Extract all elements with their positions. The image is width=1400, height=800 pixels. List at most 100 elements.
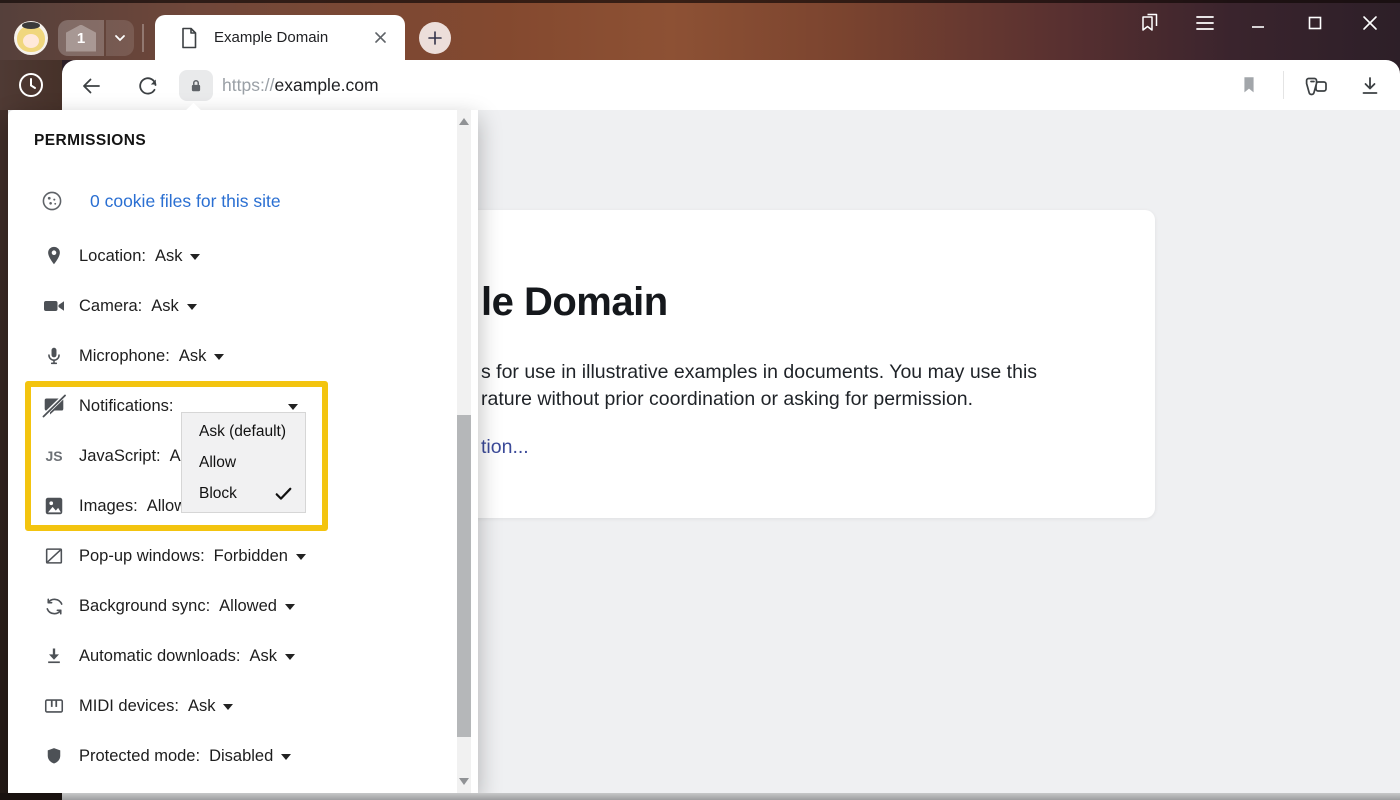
page-document-icon — [179, 27, 199, 49]
site-security-badge[interactable] — [179, 70, 213, 101]
window-left-edge — [0, 110, 8, 800]
maximize-button[interactable] — [1304, 12, 1326, 34]
permission-row-camera: Camera: Ask — [42, 289, 197, 323]
javascript-icon: JS — [42, 444, 66, 468]
collections-icon — [1303, 74, 1325, 98]
bookmark-this-page-button[interactable] — [1238, 74, 1260, 96]
scrollbar-down-arrow[interactable] — [459, 778, 469, 785]
close-icon — [1362, 15, 1378, 31]
tab-group-expander[interactable] — [106, 20, 134, 56]
caret-down-icon — [285, 654, 295, 660]
permission-value-dropdown[interactable]: Allowed — [219, 597, 295, 616]
caret-down-icon — [187, 304, 197, 310]
permission-value-dropdown[interactable]: Forbidden — [214, 547, 306, 566]
download-arrow-icon — [42, 644, 66, 668]
tab-title: Example Domain — [214, 29, 369, 46]
minimize-button[interactable] — [1247, 12, 1269, 34]
url-scheme: https:// — [222, 75, 275, 95]
address-bar-row: https://example.com — [0, 60, 1400, 110]
permission-row-microphone: Microphone: Ask — [42, 339, 224, 373]
permission-value-dropdown[interactable]: Ask — [151, 297, 197, 316]
avatar-face — [23, 34, 39, 48]
close-window-button[interactable] — [1359, 12, 1381, 34]
page-body-line: s for use in illustrative examples in do… — [481, 361, 1037, 384]
permission-label: MIDI devices: — [79, 697, 179, 716]
permission-label: Location: — [79, 247, 146, 266]
caret-down-icon — [190, 254, 200, 260]
caret-down-icon — [223, 704, 233, 710]
bookmarks-icon — [1138, 11, 1162, 35]
permission-value-dropdown[interactable]: Ask — [249, 647, 295, 666]
shield-icon — [42, 744, 66, 768]
window-bottom-left-edge — [0, 793, 62, 800]
panel-title: PERMISSIONS — [34, 132, 146, 150]
browser-tab[interactable]: Example Domain — [155, 15, 405, 60]
permission-row-popups: Pop-up windows: Forbidden — [42, 539, 306, 573]
permission-label: Notifications: — [79, 397, 173, 416]
caret-down-icon — [285, 604, 295, 610]
location-icon — [42, 244, 66, 268]
permission-value-dropdown[interactable]: Ask — [188, 697, 234, 716]
permission-row-location: Location: Ask — [42, 239, 200, 273]
main-menu-button[interactable] — [1194, 12, 1216, 34]
plus-icon — [427, 30, 443, 46]
notifications-muted-icon — [42, 394, 66, 418]
scrollbar-thumb[interactable] — [457, 415, 471, 737]
scrollbar-up-arrow[interactable] — [459, 118, 469, 125]
page-body-line: rature without prior coordination or ask… — [481, 388, 973, 411]
dropdown-option-allow[interactable]: Allow — [182, 447, 305, 478]
page-heading: le Domain — [481, 280, 668, 325]
site-permissions-panel: PERMISSIONS 0 cookie files for this site… — [8, 110, 478, 793]
title-bar: 1 Example Domain — [0, 0, 1400, 60]
dropdown-option-ask-default[interactable]: Ask (default) — [182, 416, 305, 447]
sync-icon — [42, 594, 66, 618]
permission-label: Background sync: — [79, 597, 210, 616]
toolbar-divider — [1283, 71, 1284, 99]
caret-down-icon — [214, 354, 224, 360]
more-information-link[interactable]: tion... — [481, 436, 529, 459]
url-text[interactable]: https://example.com — [222, 60, 379, 110]
tab-close-icon[interactable] — [369, 27, 391, 49]
bookmarks-panel-button[interactable] — [1139, 12, 1161, 34]
permission-row-auto-downloads: Automatic downloads: Ask — [42, 639, 295, 673]
clock-icon — [16, 70, 46, 100]
refresh-button[interactable] — [136, 74, 158, 96]
downloads-button[interactable] — [1358, 74, 1380, 96]
hamburger-menu-icon — [1195, 15, 1215, 31]
dropdown-option-block[interactable]: Block — [182, 478, 305, 509]
back-button[interactable] — [79, 74, 101, 96]
panel-scrollbar[interactable] — [457, 110, 471, 793]
permission-value-dropdown[interactable]: Disabled — [209, 747, 291, 766]
checkmark-icon — [275, 486, 292, 501]
midi-piano-icon — [42, 694, 66, 718]
tab-group-main[interactable]: 1 — [58, 20, 104, 56]
permission-label: Automatic downloads: — [79, 647, 240, 666]
permission-row-background-sync: Background sync: Allowed — [42, 589, 295, 623]
microphone-icon — [42, 344, 66, 368]
permission-label: Pop-up windows: — [79, 547, 205, 566]
permission-row-notifications: Notifications: — [42, 389, 182, 423]
permission-label: JavaScript: — [79, 447, 161, 466]
notifications-dropdown-menu: Ask (default) Allow Block — [181, 412, 306, 513]
minimize-icon — [1250, 15, 1266, 31]
maximize-icon — [1307, 15, 1323, 31]
cookie-files-row: 0 cookie files for this site — [40, 184, 281, 218]
history-sidebar-button[interactable] — [0, 60, 62, 110]
permission-row-protected-mode: Protected mode: Disabled — [42, 739, 291, 773]
permission-label: Images: — [79, 497, 138, 516]
collections-button[interactable] — [1303, 74, 1325, 96]
caret-down-icon[interactable] — [288, 404, 298, 410]
camera-icon — [42, 294, 66, 318]
new-tab-button[interactable] — [419, 22, 451, 54]
caret-down-icon — [296, 554, 306, 560]
tabbar-divider — [142, 24, 144, 52]
cookie-files-link[interactable]: 0 cookie files for this site — [90, 191, 281, 212]
permission-value-dropdown[interactable]: Ask — [179, 347, 225, 366]
url-host: example.com — [275, 75, 379, 95]
tab-group-button[interactable]: 1 — [58, 20, 134, 56]
profile-avatar[interactable] — [14, 21, 48, 55]
browser-window: 1 Example Domain — [0, 0, 1400, 800]
permission-label: Camera: — [79, 297, 142, 316]
permission-value-dropdown[interactable]: Ask — [155, 247, 201, 266]
tab-count-badge: 1 — [66, 25, 96, 52]
